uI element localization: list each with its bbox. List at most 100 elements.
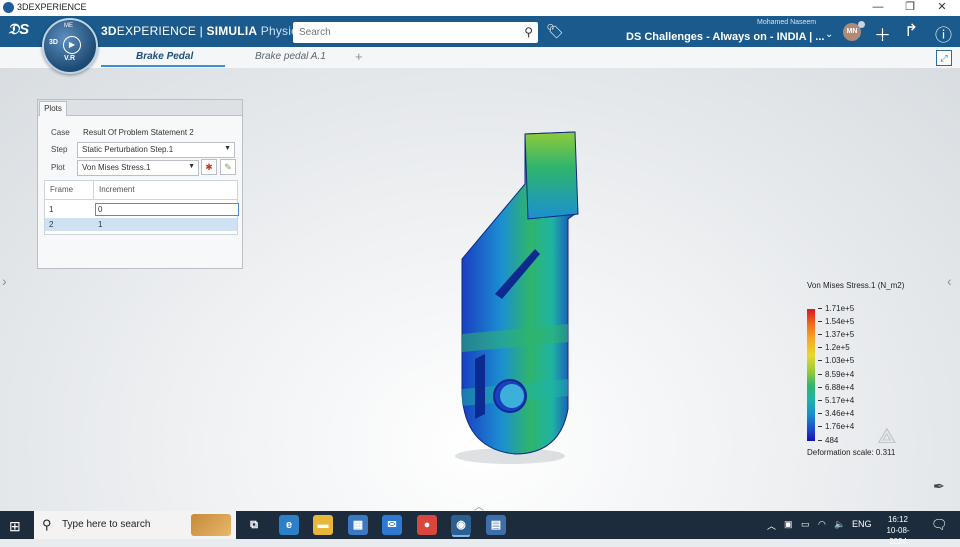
chrome-icon[interactable]: ●: [417, 515, 437, 535]
brand-experience: EXPERIENCE |: [116, 24, 207, 38]
mail-icon[interactable]: ✉: [382, 515, 402, 535]
microsoft-store-icon[interactable]: ▦: [348, 515, 368, 535]
search-input[interactable]: [293, 22, 505, 43]
chevron-down-icon[interactable]: ⌄: [825, 29, 833, 40]
tab-bar: Brake Pedal Brake pedal A.1 + ⤢: [0, 47, 960, 69]
play-icon[interactable]: ▶: [63, 36, 81, 54]
slot-lower: [475, 354, 485, 419]
window-titlebar: 3DEXPERIENCE — ❐ ✕: [0, 0, 960, 16]
collab-space-selector[interactable]: DS Challenges - Always on - INDIA | ...: [626, 31, 824, 43]
compass-widget[interactable]: ME 3D ▶ V.R: [42, 18, 98, 74]
clock-time: 16:12: [887, 515, 909, 524]
active-tab-indicator: [101, 65, 225, 67]
file-explorer-icon[interactable]: ▬: [313, 515, 333, 535]
task-view-icon[interactable]: ⧉: [244, 515, 264, 535]
search-box[interactable]: ⚲: [293, 22, 538, 43]
3dexperience-taskbar-icon[interactable]: ◉: [451, 515, 471, 535]
meet-now-icon[interactable]: ▣: [784, 519, 793, 530]
3d-viewport[interactable]: Plots Case Result Of Problem Statement 2…: [0, 68, 960, 511]
legend-color-bar: [807, 309, 815, 441]
windows-start-icon[interactable]: ⊞: [9, 518, 21, 535]
minimize-button[interactable]: —: [862, 0, 894, 16]
app-logo-icon: [3, 2, 14, 13]
taskbar-search[interactable]: ⚲ Type here to search: [34, 511, 236, 539]
add-tab-button[interactable]: +: [355, 49, 363, 64]
tab-plots[interactable]: Plots: [39, 101, 67, 116]
compass-me-label: ME: [64, 23, 73, 29]
legend-label: 1.03e+5: [818, 356, 854, 365]
search-icon: ⚲: [42, 517, 52, 532]
frame-cell: 2: [49, 220, 54, 229]
legend-label: 1.76e+4: [818, 422, 854, 431]
restore-button[interactable]: ❐: [894, 0, 926, 16]
expand-action-bar-icon[interactable]: ︿: [474, 498, 484, 511]
legend-label: 1.2e+5: [818, 343, 850, 352]
brand-3d: 3D: [101, 24, 117, 38]
language-indicator[interactable]: ENG: [852, 519, 872, 529]
compass-3d-label[interactable]: 3D: [49, 39, 58, 46]
brake-pedal-model[interactable]: [440, 124, 580, 469]
share-icon[interactable]: ↱: [904, 21, 918, 41]
panel-tab-strip: Plots: [38, 100, 242, 116]
compass-vr-label[interactable]: V.R: [64, 55, 75, 62]
system-clock[interactable]: 16:12 10-08-2024: [878, 514, 918, 547]
dropdown-arrow-icon: ▼: [188, 163, 195, 170]
legend-title: Von Mises Stress.1 (N_m2): [807, 281, 905, 290]
search-icon[interactable]: ⚲: [524, 25, 533, 39]
legend-label: 1.54e+5: [818, 317, 854, 326]
deformation-scale: Deformation scale: 0.311: [807, 448, 896, 457]
tab-brake-pedal-a1[interactable]: Brake pedal A.1: [255, 51, 326, 62]
notification-center-icon[interactable]: 🗨: [931, 517, 948, 533]
step-dropdown[interactable]: Static Perturbation Step.1 ▼: [77, 142, 235, 158]
legend-label: 1.37e+5: [818, 330, 854, 339]
taskbar-search-text: Type here to search: [62, 519, 151, 530]
clock-date: 10-08-2024: [886, 526, 910, 546]
step-label: Step: [51, 145, 68, 154]
brand-simulia: SIMULIA: [206, 24, 258, 38]
user-name: Mohamed Naseem: [757, 19, 817, 26]
case-label: Case: [51, 128, 70, 137]
legend-label: 484: [818, 436, 838, 445]
document-app-icon[interactable]: ▤: [486, 515, 506, 535]
pivot-hole-inner: [500, 384, 524, 408]
dassault-logo-icon[interactable]: 𝔇S: [8, 21, 29, 38]
annotation-pen-icon[interactable]: ✒: [933, 478, 945, 495]
plot-dropdown[interactable]: Von Mises Stress.1 ▼: [77, 160, 199, 176]
fullscreen-icon[interactable]: ⤢: [936, 50, 952, 66]
table-row[interactable]: 2 1: [45, 218, 237, 231]
increment-cell[interactable]: 0: [95, 203, 239, 216]
plot-label: Plot: [51, 163, 65, 172]
wifi-icon[interactable]: ◠: [818, 519, 826, 530]
increment-cell: 1: [98, 220, 103, 229]
window-title: 3DEXPERIENCE: [17, 2, 87, 12]
increment-header: Increment: [99, 185, 135, 194]
dropdown-arrow-icon: ▼: [224, 145, 231, 152]
case-value: Result Of Problem Statement 2: [83, 128, 194, 137]
windows-taskbar: ⊞ ⚲ Type here to search ⧉ e ▬ ▦ ✉ ● ◉ ▤ …: [0, 511, 960, 546]
step-value: Static Perturbation Step.1: [82, 145, 174, 154]
pedal-pad: [524, 131, 579, 220]
plot-options-icon[interactable]: ✱: [201, 159, 217, 175]
help-icon[interactable]: ⓘ: [935, 21, 952, 46]
axis-triad-icon[interactable]: ⟁: [877, 423, 897, 449]
notification-dot-icon: [858, 21, 865, 28]
legend-label: 5.17e+4: [818, 396, 854, 405]
search-highlight-image: [191, 514, 231, 536]
edit-pencil-icon[interactable]: ✎: [220, 159, 236, 175]
tray-chevron-up-icon[interactable]: ︿: [767, 519, 776, 532]
frame-table: Frame Increment 1 0 2 1: [44, 180, 239, 235]
add-icon[interactable]: ＋: [874, 21, 891, 46]
edge-browser-icon[interactable]: e: [279, 515, 299, 535]
right-panel-chevron-icon[interactable]: ‹: [947, 273, 952, 289]
close-button[interactable]: ✕: [926, 0, 958, 16]
legend-label: 3.46e+4: [818, 409, 854, 418]
tab-brake-pedal[interactable]: Brake Pedal: [136, 51, 193, 62]
battery-icon[interactable]: ▭: [801, 519, 810, 530]
legend-label: 6.88e+4: [818, 383, 854, 392]
plot-value: Von Mises Stress.1: [82, 163, 151, 172]
left-panel-chevron-icon[interactable]: ›: [2, 273, 7, 289]
table-row[interactable]: 1: [45, 203, 93, 216]
frame-cell: 1: [49, 205, 54, 214]
volume-icon[interactable]: 🔈: [834, 519, 845, 530]
tag-icon[interactable]: 🏷: [546, 23, 564, 40]
